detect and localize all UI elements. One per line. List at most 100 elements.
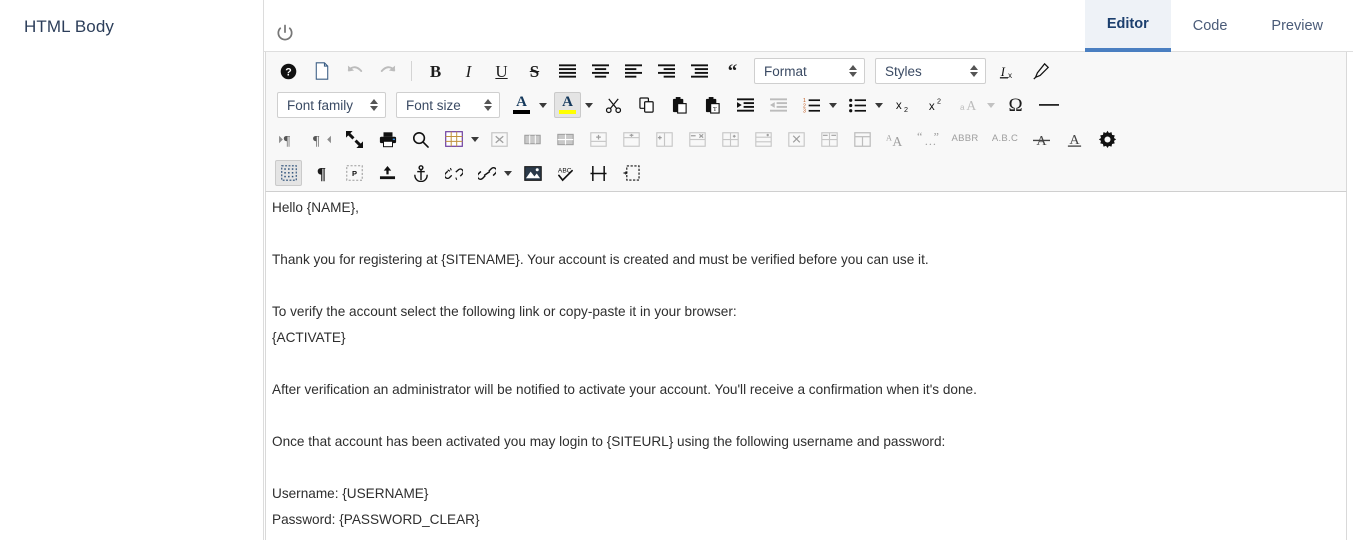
unlink-icon[interactable] (440, 160, 467, 186)
delete-row-icon (684, 126, 711, 152)
paint-brush-icon[interactable] (1027, 58, 1054, 84)
text-direction-ltr-icon[interactable]: ¶ (275, 126, 302, 152)
superscript-icon[interactable]: x2 (923, 92, 950, 118)
align-center-icon[interactable] (587, 58, 614, 84)
paste-icon[interactable] (666, 92, 693, 118)
highlight-color-chevron-down-icon[interactable] (582, 93, 595, 117)
abbreviation-icon: ABBR (948, 126, 982, 152)
table-chevron-down-icon[interactable] (468, 127, 481, 151)
highlight-color-icon[interactable]: A (554, 92, 581, 118)
special-character-icon[interactable]: Ω (1002, 92, 1029, 118)
insert-cell-icon (717, 126, 744, 152)
svg-text:A: A (1069, 131, 1080, 147)
bulleted-list-chevron-down-icon[interactable] (872, 93, 885, 117)
link-icon[interactable] (473, 160, 500, 186)
copy-icon[interactable] (633, 92, 660, 118)
font-size-select[interactable]: Font size (396, 92, 500, 118)
link-chevron-down-icon[interactable] (501, 161, 514, 185)
acronym-icon: A.B.C (988, 126, 1022, 152)
insert-row-above-icon (585, 126, 612, 152)
svg-text:2: 2 (904, 104, 908, 113)
svg-text:A: A (892, 133, 902, 147)
toolbar-separator (411, 61, 412, 81)
svg-text:x: x (1008, 70, 1012, 79)
strikethrough-text-icon[interactable]: A (1028, 126, 1055, 152)
image-icon[interactable] (519, 160, 546, 186)
document-line: After verification an administrator will… (272, 382, 977, 397)
font-family-value: Font family (287, 97, 354, 113)
anchor-icon[interactable] (407, 160, 434, 186)
form-label-column: HTML Body (0, 0, 264, 540)
new-page-icon[interactable] (308, 58, 335, 84)
format-select[interactable]: Format (754, 58, 865, 84)
indent-decrease-icon (765, 92, 792, 118)
styles-select[interactable]: Styles (875, 58, 986, 84)
toolbar-row-1: ? B I U S “ Format Styles I x (266, 54, 1346, 88)
show-blocks-icon[interactable] (275, 160, 302, 186)
underline-text-icon[interactable]: A (1061, 126, 1088, 152)
cut-scissors-icon[interactable] (600, 92, 627, 118)
help-circle-icon[interactable]: ? (275, 58, 302, 84)
styles-select-value: Styles (885, 63, 922, 79)
print-icon[interactable] (374, 126, 401, 152)
upload-icon[interactable] (374, 160, 401, 186)
numbered-list-chevron-down-icon[interactable] (826, 93, 839, 117)
text-direction-rtl-icon[interactable]: ¶ (308, 126, 335, 152)
indent-block-icon[interactable] (686, 58, 713, 84)
strikethrough-icon[interactable]: S (521, 58, 548, 84)
align-right-icon[interactable] (653, 58, 680, 84)
chevron-updown-icon (970, 65, 978, 77)
align-justify-icon[interactable] (554, 58, 581, 84)
document-line (272, 278, 1332, 304)
editor-topbar: Editor Code Preview (264, 0, 1353, 52)
delete-table-icon (486, 126, 513, 152)
redo-arrow-icon (374, 58, 401, 84)
maximize-icon[interactable] (341, 126, 368, 152)
bold-icon[interactable]: B (422, 58, 449, 84)
pilcrow-icon[interactable]: ¶ (308, 160, 335, 186)
document-line (272, 460, 1332, 486)
table-icon[interactable] (440, 126, 467, 152)
blockquote-icon[interactable]: “ (719, 58, 746, 84)
search-icon[interactable] (407, 126, 434, 152)
svg-text:T: T (712, 106, 716, 113)
gear-icon[interactable] (1094, 126, 1121, 152)
svg-text:¶: ¶ (284, 133, 291, 148)
paste-as-text-icon[interactable]: T (699, 92, 726, 118)
delete-cell-icon (783, 126, 810, 152)
horizontal-rule-icon[interactable] (1035, 92, 1062, 118)
split-cell-horizontal-icon (552, 126, 579, 152)
document-line: Once that account has been activated you… (272, 434, 946, 449)
underline-icon[interactable]: U (488, 58, 515, 84)
subscript-icon[interactable]: x2 (890, 92, 917, 118)
numbered-list-icon[interactable]: 123 (798, 92, 825, 118)
document-line (272, 408, 1332, 434)
font-family-select[interactable]: Font family (277, 92, 386, 118)
tab-preview[interactable]: Preview (1249, 0, 1345, 52)
align-left-icon[interactable] (620, 58, 647, 84)
document-line: {ACTIVATE} (272, 330, 346, 345)
text-color-icon[interactable]: A (508, 92, 535, 118)
tab-editor[interactable]: Editor (1084, 0, 1171, 52)
editor-page: HTML Body Editor Code Preview ? B I U S … (0, 0, 1353, 540)
tab-code[interactable]: Code (1171, 0, 1250, 52)
power-toggle-icon[interactable] (272, 20, 298, 46)
horizontal-page-break-icon[interactable] (585, 160, 612, 186)
chevron-updown-icon (849, 65, 857, 77)
text-color-chevron-down-icon[interactable] (536, 93, 549, 117)
bulleted-list-icon[interactable] (844, 92, 871, 118)
svg-text:x: x (895, 99, 901, 112)
remove-format-icon[interactable]: Ix (994, 58, 1021, 84)
editor-toolbar: ? B I U S “ Format Styles I x Font famil… (265, 52, 1347, 192)
indent-increase-icon[interactable] (732, 92, 759, 118)
editor-content-area[interactable]: Hello {NAME}, Thank you for registering … (265, 192, 1347, 540)
italic-icon[interactable]: I (455, 58, 482, 84)
iframe-icon[interactable] (618, 160, 645, 186)
svg-text:A: A (966, 98, 976, 113)
svg-text:”: ” (933, 131, 938, 143)
svg-text:¶: ¶ (313, 133, 320, 148)
svg-text:P: P (352, 169, 357, 178)
svg-text:A: A (886, 133, 892, 142)
page-break-icon[interactable]: P (341, 160, 368, 186)
spellcheck-icon[interactable]: ABC (552, 160, 579, 186)
